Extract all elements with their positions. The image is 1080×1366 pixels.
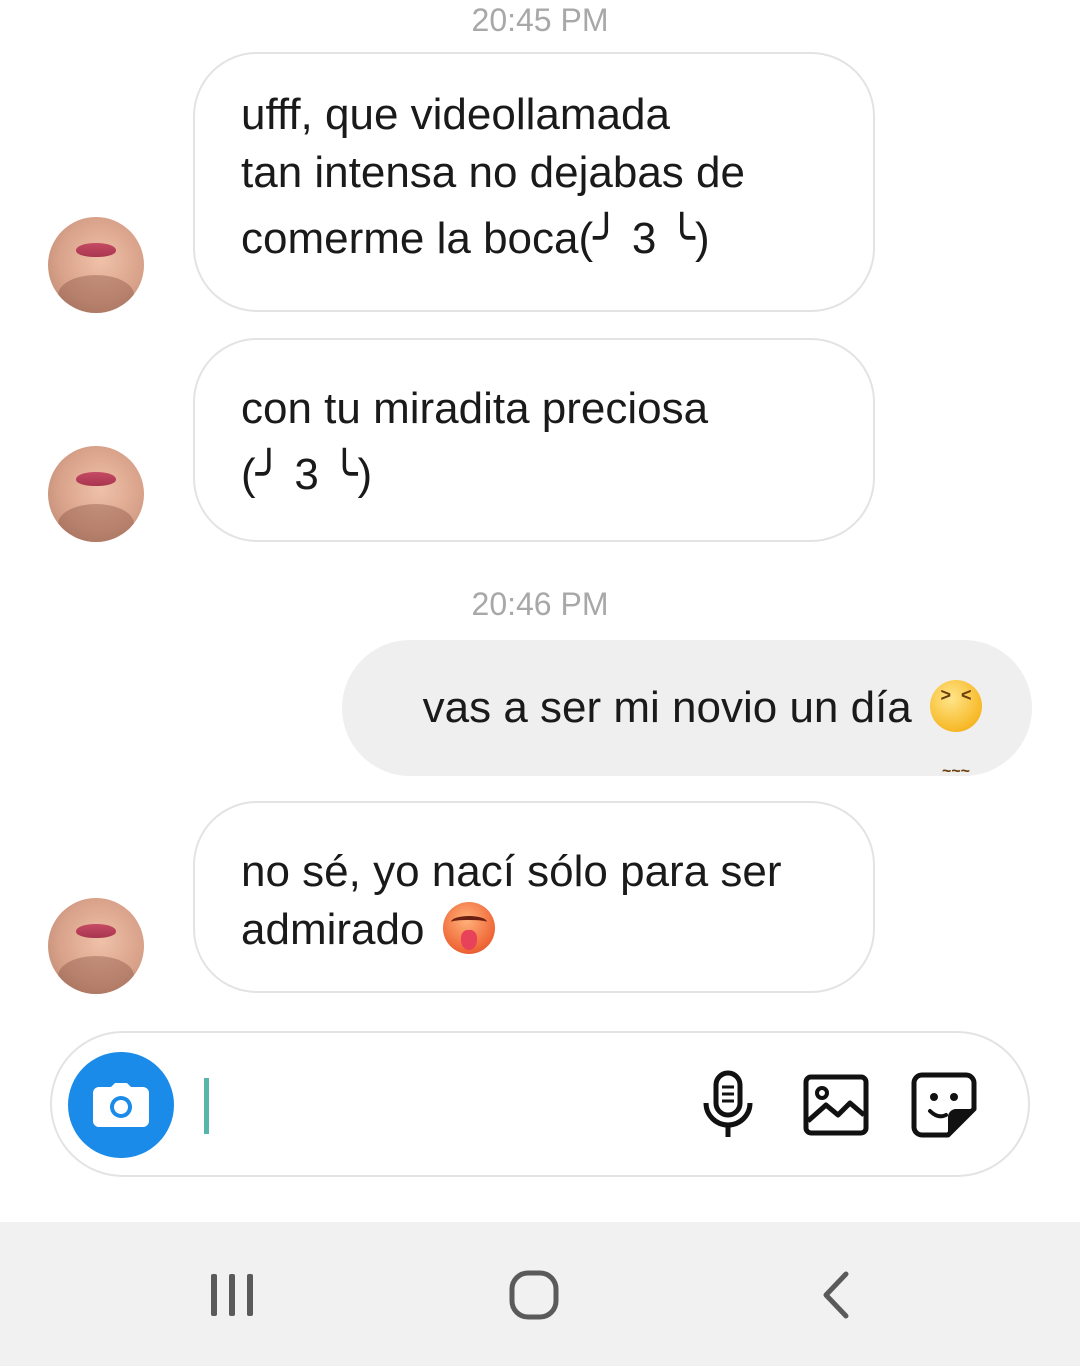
- message-text: ufff, que videollamada: [241, 90, 670, 139]
- text-cursor: [204, 1078, 209, 1134]
- recent-apps-icon: [211, 1274, 253, 1316]
- recent-apps-button[interactable]: [177, 1260, 287, 1330]
- message-bubble-incoming[interactable]: con tu miradita preciosa (╯ 3 ╰): [193, 338, 875, 542]
- hot-face-emoji: [442, 902, 495, 954]
- message-bubble-incoming[interactable]: no sé, yo nací sólo para ser admirado: [193, 801, 875, 993]
- avatar[interactable]: [48, 446, 144, 542]
- message-composer: [50, 1031, 1030, 1177]
- message-text: admirado: [241, 905, 437, 954]
- message-text: comerme la boca(╯ 3 ╰): [241, 214, 710, 263]
- camera-icon: [93, 1083, 149, 1127]
- sticker-icon[interactable]: [908, 1069, 980, 1141]
- gallery-icon[interactable]: [800, 1069, 872, 1141]
- microphone-icon[interactable]: [692, 1069, 764, 1141]
- timestamp: 20:45 PM: [471, 2, 609, 38]
- home-icon: [509, 1270, 559, 1320]
- home-button[interactable]: [479, 1260, 589, 1330]
- message-text: con tu miradita preciosa: [241, 384, 709, 433]
- message-text: tan intensa no dejabas de: [241, 148, 745, 197]
- message-input[interactable]: [217, 1073, 691, 1141]
- message-text: (╯ 3 ╰): [241, 450, 373, 499]
- message-text: no sé, yo nací sólo para ser: [241, 847, 782, 896]
- avatar[interactable]: [48, 217, 144, 313]
- navigation-bar: [0, 1222, 1080, 1366]
- back-icon: [823, 1271, 849, 1319]
- message-text: vas a ser mi novio un día: [422, 683, 924, 732]
- back-button[interactable]: [781, 1260, 891, 1330]
- message-bubble-incoming[interactable]: ufff, que videollamada tan intensa no de…: [193, 52, 875, 312]
- avatar[interactable]: [48, 898, 144, 994]
- message-bubble-outgoing[interactable]: vas a ser mi novio un día: [342, 640, 1032, 840]
- message-line: admirado: [241, 901, 827, 959]
- camera-button[interactable]: [68, 1052, 174, 1158]
- confounded-face-emoji: [930, 680, 982, 840]
- timestamp: 20:46 PM: [471, 586, 609, 622]
